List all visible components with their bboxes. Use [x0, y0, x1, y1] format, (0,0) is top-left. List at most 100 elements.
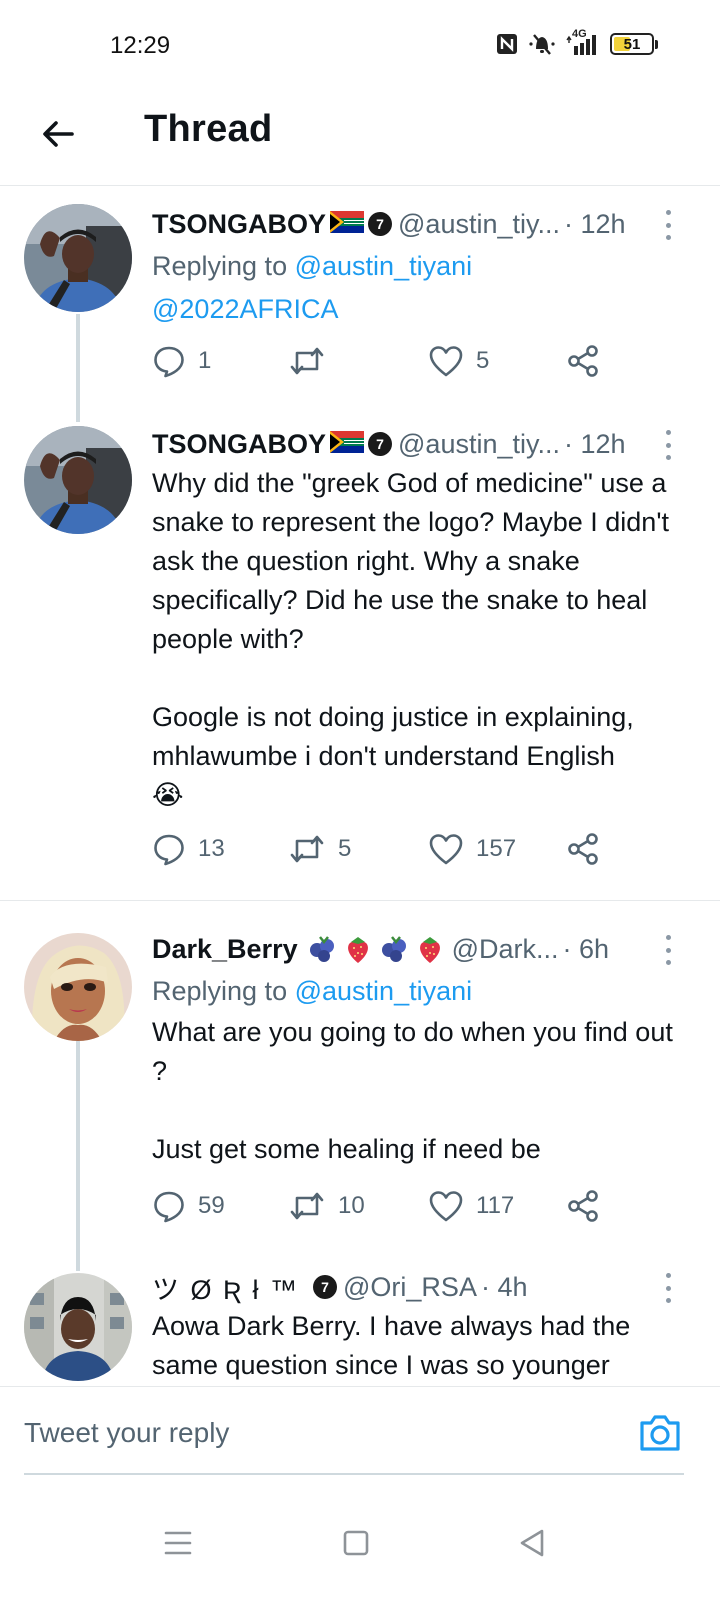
tweet[interactable]: TSONGABOY 7 @austin_tiy... · 12h Why did… [0, 422, 720, 900]
reply-composer: Tweet your reply [0, 1386, 720, 1490]
like-count: 117 [476, 1192, 515, 1219]
battery-tip [655, 39, 658, 49]
handle[interactable]: @Ori_RSA [343, 1272, 477, 1303]
like-count: 5 [476, 347, 490, 374]
mute-bell-icon [528, 32, 556, 56]
reply-to-handle[interactable]: @austin_tiyani [295, 251, 473, 281]
tweet-actions: 59 10 117 [152, 1189, 612, 1229]
share-button[interactable] [566, 344, 600, 378]
replying-to-label: Replying to [152, 251, 288, 281]
tweet-text-mention[interactable]: @2022AFRICA [152, 290, 690, 329]
camera-button[interactable] [636, 1409, 684, 1457]
display-name[interactable]: ツ Ø Ʀ ł ™ [152, 1271, 299, 1307]
retweet-icon [290, 1192, 324, 1220]
reply-input[interactable]: Tweet your reply [24, 1417, 229, 1449]
verified-badge-icon: 7 [313, 1275, 338, 1299]
share-icon [568, 833, 598, 865]
reply-underline [24, 1473, 684, 1475]
retweet-icon [290, 835, 324, 863]
triangle-back-icon [520, 1529, 544, 1557]
like-button[interactable]: 157 [428, 832, 516, 866]
comment-icon [154, 834, 184, 866]
more-vertical-icon[interactable] [656, 210, 680, 240]
more-vertical-icon[interactable] [656, 430, 680, 460]
handle[interactable]: @austin_tiy... [398, 429, 560, 460]
battery-indicator: 51 [610, 33, 658, 55]
thread-header: Thread [0, 90, 720, 186]
tweet-content: Dark_Berry @Dark... · 6h Replying to @au… [152, 929, 690, 1169]
tweet[interactable]: ツ Ø Ʀ ł ™ 7 @Ori_RSA · 4h Aowa Dark Berr… [0, 1271, 720, 1386]
retweet-button[interactable]: 10 [288, 1189, 365, 1223]
tweet-header: TSONGABOY 7 @austin_tiy... · 12h [152, 204, 690, 244]
status-time: 12:29 [110, 32, 171, 59]
timestamp: · 12h [564, 428, 626, 459]
more-vertical-icon[interactable] [656, 935, 680, 965]
reply-button[interactable]: 1 [152, 344, 211, 378]
handle[interactable]: @Dark... [452, 934, 559, 965]
battery-icon: 51 [610, 33, 654, 55]
menu-button[interactable] [148, 1518, 208, 1568]
share-button[interactable] [566, 1189, 600, 1223]
tweet[interactable]: TSONGABOY 7 @austin_tiy... · 12h Replyin… [0, 186, 720, 422]
tweet-header: TSONGABOY 7 @austin_tiy... · 12h [152, 424, 690, 464]
avatar[interactable] [24, 426, 132, 534]
retweet-button[interactable]: 5 [288, 832, 351, 866]
share-icon [568, 345, 598, 377]
like-button[interactable]: 5 [428, 344, 489, 378]
timestamp: · 6h [562, 933, 610, 964]
tweet-text: What are you going to do when you find o… [152, 1017, 673, 1164]
page-title: Thread [144, 108, 273, 150]
menu-icon [164, 1531, 192, 1555]
retweet-count: 5 [338, 835, 352, 862]
thread-connector [76, 1041, 80, 1271]
camera-icon [640, 1415, 680, 1451]
tweet-text: Why did the "greek God of medicine" use … [152, 468, 669, 771]
back-button[interactable] [34, 110, 82, 158]
more-vertical-icon[interactable] [656, 1273, 680, 1303]
display-name[interactable]: Dark_Berry [152, 934, 298, 965]
avatar[interactable] [24, 933, 132, 1041]
replying-to: Replying to @austin_tiyani [152, 246, 690, 286]
reply-to-handle[interactable]: @austin_tiyani [295, 976, 473, 1006]
tweet-content: TSONGABOY 7 @austin_tiy... · 12h Replyin… [152, 204, 690, 329]
tweet-header: Dark_Berry @Dark... · 6h [152, 929, 690, 969]
share-button[interactable] [566, 832, 600, 866]
tweet[interactable]: Dark_Berry @Dark... · 6h Replying to @au… [0, 901, 720, 1271]
like-button[interactable]: 117 [428, 1189, 514, 1223]
home-button[interactable] [326, 1518, 386, 1568]
south-africa-flag-icon [330, 209, 365, 240]
tweet-content: TSONGABOY 7 @austin_tiy... · 12h Why did… [152, 424, 690, 815]
comment-icon [154, 346, 184, 378]
berry-emojis-icon [306, 933, 446, 965]
reply-button[interactable]: 13 [152, 832, 225, 866]
timestamp: · 4h [480, 1271, 528, 1302]
thread-connector [76, 314, 80, 422]
battery-level: 51 [623, 35, 641, 53]
heart-icon [429, 834, 463, 865]
status-bar: 12:29 4G 51 [0, 0, 720, 90]
heart-icon [429, 1191, 463, 1222]
reply-count: 1 [198, 347, 212, 374]
crying-face-emoji: 😭 [152, 780, 184, 810]
share-icon [568, 1190, 598, 1222]
display-name[interactable]: TSONGABOY [152, 209, 326, 240]
tweet-content: ツ Ø Ʀ ł ™ 7 @Ori_RSA · 4h Aowa Dark Berr… [152, 1271, 690, 1385]
reply-count: 13 [198, 835, 225, 862]
verified-badge-icon: 7 [368, 212, 393, 236]
nfc-icon [496, 33, 518, 55]
avatar[interactable] [24, 1273, 132, 1381]
display-name[interactable]: TSONGABOY [152, 429, 326, 460]
back-nav-button[interactable] [502, 1518, 562, 1568]
avatar[interactable] [24, 204, 132, 312]
retweet-count: 10 [338, 1192, 365, 1219]
heart-icon [429, 346, 463, 377]
tweet-actions: 13 5 157 [152, 832, 612, 872]
timestamp: · 12h [564, 208, 626, 239]
retweet-icon [290, 347, 324, 375]
retweet-button[interactable] [288, 344, 338, 378]
handle[interactable]: @austin_tiy... [398, 209, 560, 240]
arrow-left-icon [43, 121, 74, 147]
comment-icon [154, 1191, 184, 1223]
reply-button[interactable]: 59 [152, 1189, 225, 1223]
reply-count: 59 [198, 1192, 225, 1219]
